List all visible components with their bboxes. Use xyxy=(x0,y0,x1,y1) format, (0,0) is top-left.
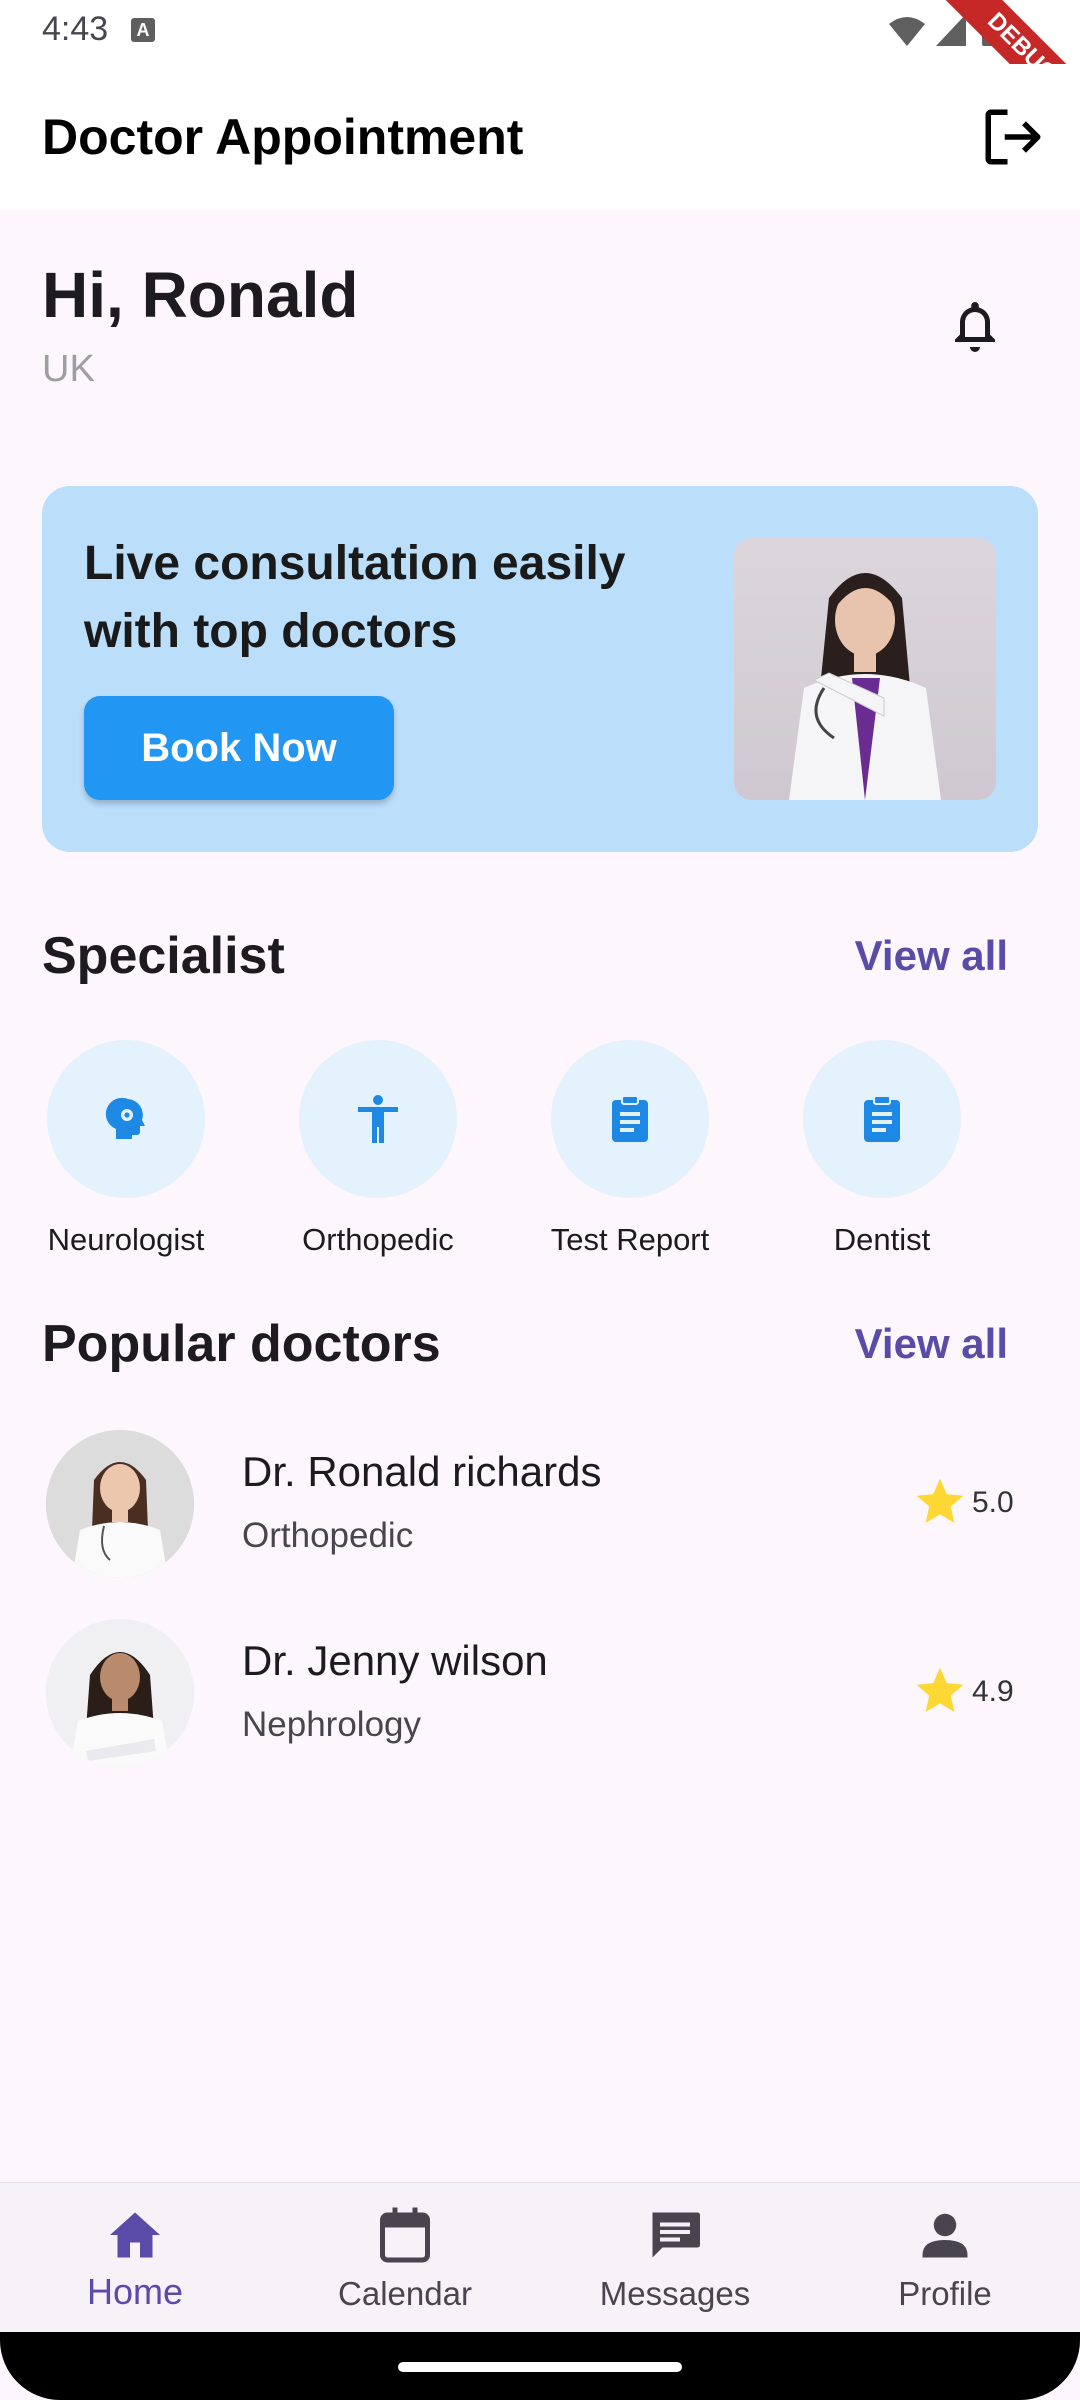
doctor-rating: 4.9 xyxy=(972,1675,1014,1708)
specialist-item-neurologist[interactable]: Neurologist xyxy=(41,1040,211,1258)
nav-label-profile: Profile xyxy=(898,2275,992,2312)
doctor-name: Dr. Ronald richards xyxy=(242,1448,602,1495)
logout-icon[interactable] xyxy=(980,104,1046,170)
star-icon xyxy=(916,1478,964,1523)
person-icon xyxy=(922,2213,968,2258)
specialist-item-dentist[interactable]: Dentist xyxy=(797,1040,967,1258)
consultation-banner: Live consultation easily with top doctor… xyxy=(42,486,1038,852)
system-gesture-bar xyxy=(0,2332,1080,2400)
specialist-icon-circle xyxy=(803,1040,961,1198)
clipboard-icon xyxy=(864,1095,900,1142)
message-icon xyxy=(652,2212,700,2258)
popular-view-all-link[interactable]: View all xyxy=(855,1320,1008,1368)
app-bar: Doctor Appointment xyxy=(0,64,1080,210)
clipboard-icon xyxy=(612,1095,648,1142)
notification-a-icon: A xyxy=(131,18,155,42)
book-now-button[interactable]: Book Now xyxy=(84,696,394,800)
gesture-handle[interactable] xyxy=(398,2362,682,2372)
specialist-label: Dentist xyxy=(833,1222,931,1257)
popular-doctors-title: Popular doctors xyxy=(42,1315,441,1373)
doctor-specialty: Nephrology xyxy=(242,1705,421,1744)
specialist-label: Neurologist xyxy=(47,1222,205,1257)
user-location: UK xyxy=(42,348,95,390)
doctor-avatar xyxy=(46,1430,194,1578)
nav-item-messages[interactable]: Messages xyxy=(540,2183,810,2333)
bottom-navigation: Home Calendar Messages Profile xyxy=(0,2182,1080,2333)
wifi-icon xyxy=(889,17,925,46)
banner-headline: Live consultation easily with top doctor… xyxy=(84,537,626,658)
specialist-label: Test Report xyxy=(550,1222,710,1257)
nav-label-calendar: Calendar xyxy=(338,2275,472,2312)
nav-item-profile[interactable]: Profile xyxy=(810,2183,1080,2333)
doctor-name: Dr. Jenny wilson xyxy=(242,1637,548,1684)
specialist-icon-circle xyxy=(551,1040,709,1198)
specialist-item-orthopedic[interactable]: Orthopedic xyxy=(293,1040,463,1258)
status-time: 4:43 xyxy=(42,10,109,48)
home-icon xyxy=(110,2212,160,2258)
doctor-list-item[interactable]: Dr. Ronald richards Orthopedic 5.0 xyxy=(0,1430,1080,1590)
app-title: Doctor Appointment xyxy=(42,109,524,165)
specialist-icon-circle xyxy=(47,1040,205,1198)
nav-label-messages: Messages xyxy=(599,2275,751,2312)
star-icon xyxy=(916,1667,964,1712)
doctor-avatar xyxy=(46,1619,194,1767)
greeting-title: Hi, Ronald xyxy=(42,259,359,331)
specialist-view-all-link[interactable]: View all xyxy=(855,932,1008,980)
calendar-icon xyxy=(380,2207,430,2263)
nav-label-home: Home xyxy=(86,2271,184,2312)
specialist-title: Specialist xyxy=(42,927,285,985)
nav-item-home[interactable]: Home xyxy=(0,2183,270,2333)
specialist-label: Orthopedic xyxy=(302,1222,454,1257)
doctor-list-item[interactable]: Dr. Jenny wilson Nephrology 4.9 xyxy=(0,1619,1080,1779)
brain-gear-icon xyxy=(105,1097,145,1139)
doctor-image xyxy=(734,538,996,800)
accessibility-icon xyxy=(358,1095,398,1143)
notification-bell-icon[interactable] xyxy=(945,295,1005,359)
doctor-specialty: Orthopedic xyxy=(242,1516,414,1555)
specialist-icon-circle xyxy=(299,1040,457,1198)
nav-item-calendar[interactable]: Calendar xyxy=(270,2183,540,2333)
doctor-rating: 5.0 xyxy=(972,1486,1014,1519)
status-bar: 4:43 A DEBUG xyxy=(0,0,1080,140)
specialist-item-test-report[interactable]: Test Report xyxy=(545,1040,715,1258)
